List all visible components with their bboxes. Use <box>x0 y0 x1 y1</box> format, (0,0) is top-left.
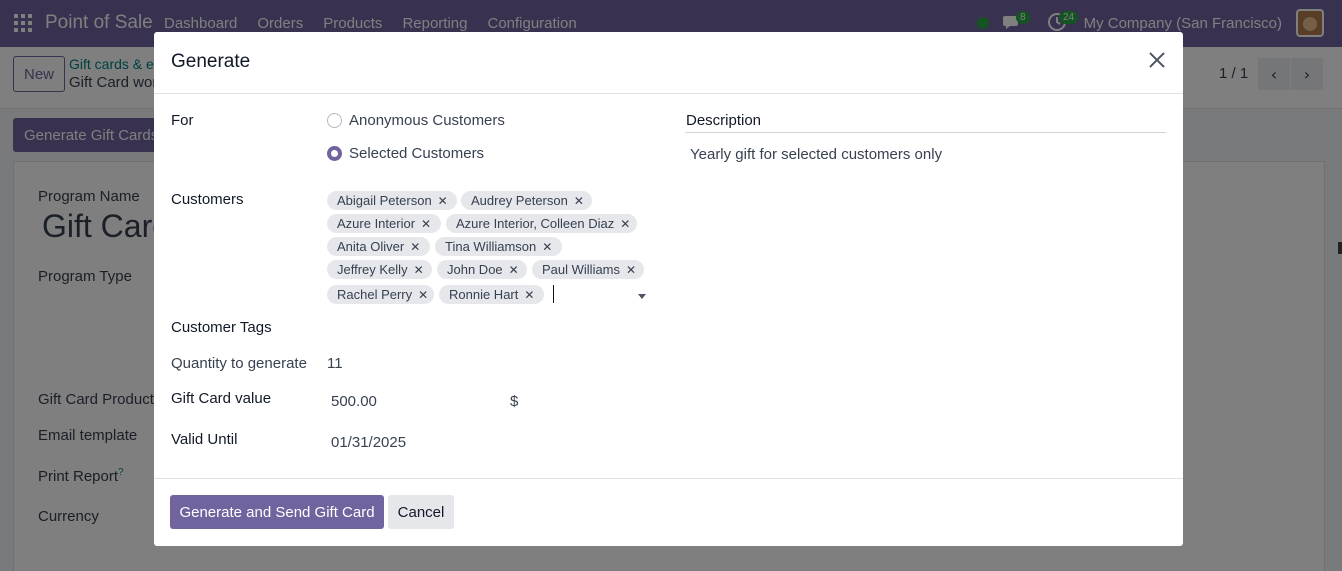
remove-tag-icon[interactable]: ✕ <box>509 263 519 277</box>
customers-label: Customers <box>171 191 244 208</box>
generate-dialog: Generate For Anonymous Customers Selecte… <box>154 32 1183 546</box>
remove-tag-icon[interactable]: ✕ <box>414 263 424 277</box>
remove-tag-icon[interactable]: ✕ <box>542 240 552 254</box>
customer-tag: Rachel Perry ✕ <box>327 285 434 304</box>
close-icon[interactable] <box>1145 48 1169 72</box>
remove-tag-icon[interactable]: ✕ <box>418 288 428 302</box>
description-field[interactable]: Yearly gift for selected customers only <box>690 146 942 163</box>
remove-tag-icon[interactable]: ✕ <box>620 217 630 231</box>
customer-tag: Ronnie Hart ✕ <box>439 285 544 304</box>
customers-input[interactable] <box>553 285 554 303</box>
remove-tag-icon[interactable]: ✕ <box>410 240 420 254</box>
remove-tag-icon[interactable]: ✕ <box>421 217 431 231</box>
for-label: For <box>171 112 194 129</box>
generate-send-button[interactable]: Generate and Send Gift Card <box>170 495 384 529</box>
customer-tag: Jeffrey Kelly ✕ <box>327 260 432 279</box>
customer-tag: Audrey Peterson ✕ <box>461 191 592 210</box>
customer-tag: Tina Williamson ✕ <box>435 237 562 256</box>
edge-marker <box>1338 242 1342 254</box>
currency-symbol: $ <box>510 393 519 410</box>
dropdown-arrow-icon[interactable] <box>638 294 646 299</box>
valid-until-label: Valid Until <box>171 431 238 448</box>
anonymous-customers-radio[interactable] <box>327 113 342 128</box>
selected-customers-label[interactable]: Selected Customers <box>349 145 484 162</box>
customer-tag: Anita Oliver ✕ <box>327 237 430 256</box>
gift-card-value-input[interactable]: 500.00 <box>331 393 377 410</box>
customer-tag: Azure Interior ✕ <box>327 214 441 233</box>
cancel-button[interactable]: Cancel <box>388 495 454 529</box>
anonymous-customers-label[interactable]: Anonymous Customers <box>349 112 505 129</box>
customer-tags-label: Customer Tags <box>171 319 272 336</box>
dialog-header <box>154 32 1183 94</box>
customer-tag: Paul Williams ✕ <box>532 260 644 279</box>
dialog-title: Generate <box>171 51 251 72</box>
quantity-value: 11 <box>327 355 343 372</box>
customer-tag: Abigail Peterson ✕ <box>327 191 457 210</box>
customer-tag: Azure Interior, Colleen Diaz ✕ <box>446 214 637 233</box>
description-divider <box>685 132 1166 133</box>
description-label: Description <box>686 112 762 129</box>
quantity-label: Quantity to generate <box>171 355 307 372</box>
remove-tag-icon[interactable]: ✕ <box>438 194 448 208</box>
remove-tag-icon[interactable]: ✕ <box>626 263 636 277</box>
selected-customers-radio[interactable] <box>327 146 342 161</box>
valid-until-input[interactable]: 01/31/2025 <box>331 434 406 451</box>
customer-tag: John Doe ✕ <box>437 260 527 279</box>
remove-tag-icon[interactable]: ✕ <box>524 288 534 302</box>
gift-card-value-label: Gift Card value <box>171 390 272 407</box>
remove-tag-icon[interactable]: ✕ <box>574 194 584 208</box>
